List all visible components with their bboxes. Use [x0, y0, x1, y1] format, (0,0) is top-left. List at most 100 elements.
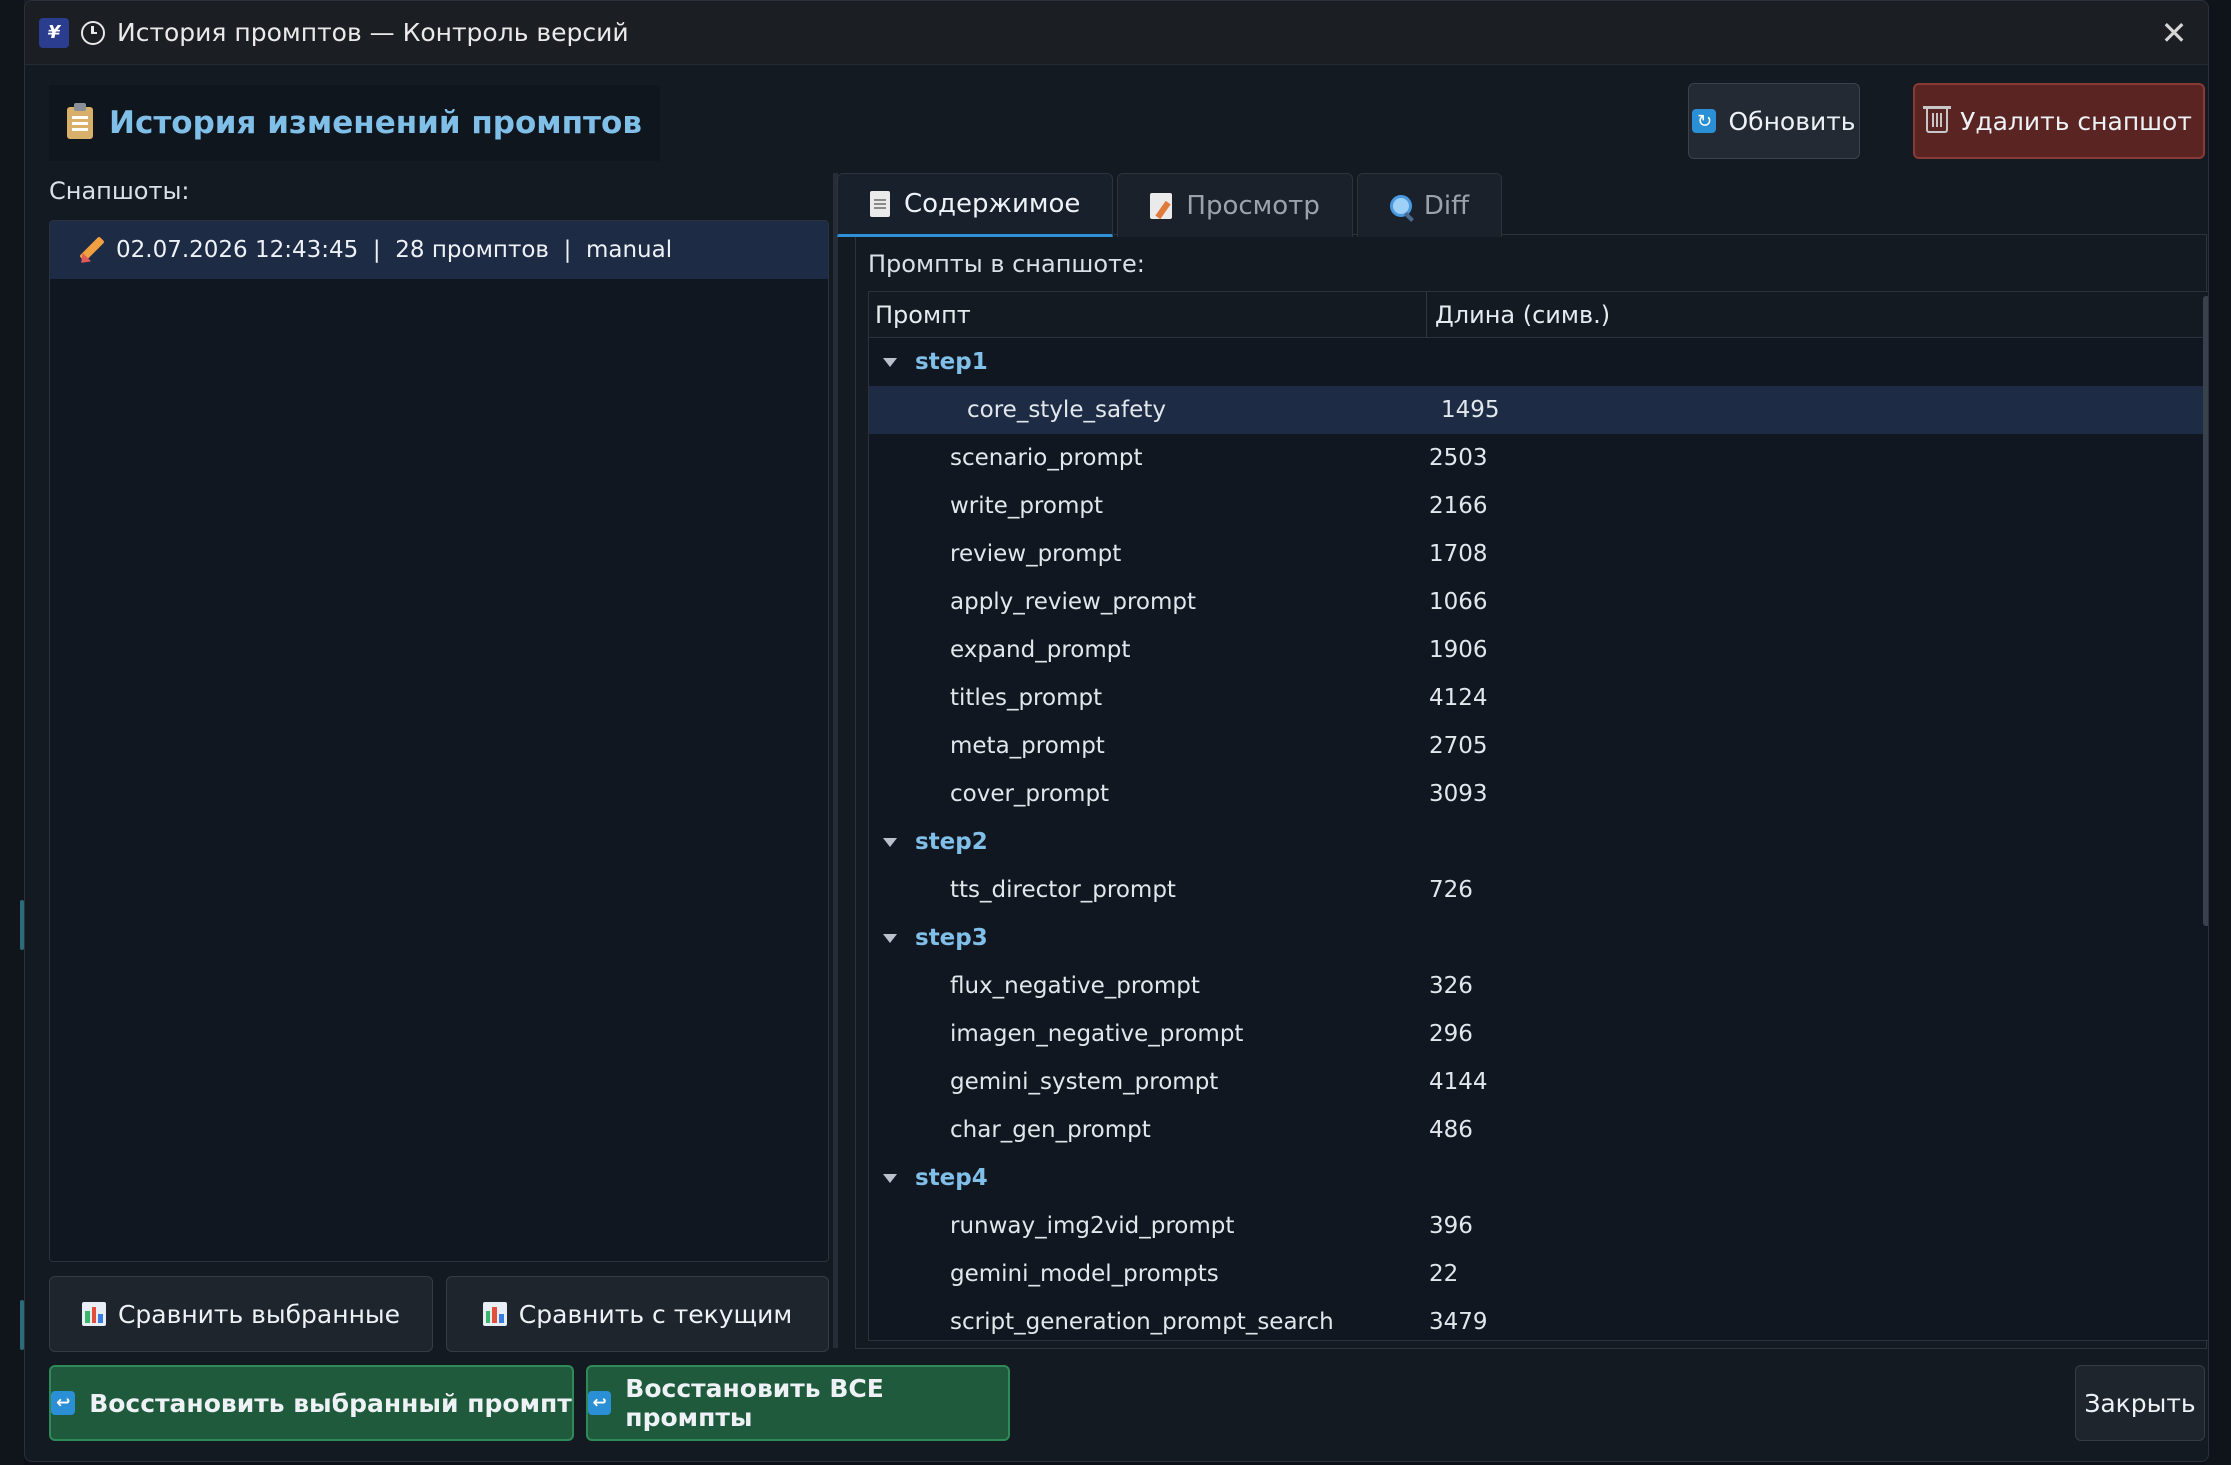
restore-all-button[interactable]: ↩ Восстановить ВСЕ промпты — [586, 1365, 1010, 1441]
prompt-name: imagen_negative_prompt — [950, 1021, 1244, 1047]
tab-diff[interactable]: Diff — [1356, 173, 1502, 237]
page-title: История изменений промптов — [49, 85, 660, 161]
tab-content[interactable]: Содержимое — [837, 173, 1114, 237]
close-label: Закрыть — [2084, 1388, 2196, 1418]
chevron-down-icon[interactable] — [883, 837, 897, 847]
page-title-text: История изменений промптов — [109, 105, 642, 141]
restore-selected-button[interactable]: ↩ Восстановить выбранный промпт — [49, 1365, 574, 1441]
tree-scrollbar[interactable] — [2203, 296, 2208, 926]
prompt-name: titles_prompt — [950, 685, 1103, 711]
delete-snapshot-label: Удалить снапшот — [1960, 106, 2192, 136]
group-label: step1 — [915, 349, 988, 375]
chevron-down-icon[interactable] — [883, 357, 897, 367]
prompt-tree[interactable]: Промпт Длина (симв.) step1 core_style_sa… — [868, 291, 2208, 1341]
prompt-name: script_generation_prompt_search — [950, 1309, 1334, 1335]
title-bar: ¥ История промптов — Контроль версий ✕ — [25, 1, 2208, 65]
tree-item-row[interactable]: write_prompt 2166 — [869, 482, 2208, 530]
tree-item-row[interactable]: review_prompt 1708 — [869, 530, 2208, 578]
prompt-length: 2503 — [1429, 445, 1488, 471]
prompt-length: 1495 — [1441, 397, 1500, 423]
compare-selected-button[interactable]: Сравнить выбранные — [49, 1276, 433, 1352]
delete-snapshot-button[interactable]: Удалить снапшот — [1913, 83, 2205, 159]
prompt-length: 1066 — [1429, 589, 1488, 615]
tree-item-row[interactable]: apply_review_prompt 1066 — [869, 578, 2208, 626]
tree-item-row[interactable]: core_style_safety 1495 — [869, 386, 2208, 434]
tree-item-row[interactable]: tts_director_prompt 726 — [869, 866, 2208, 914]
refresh-icon: ↻ — [1692, 109, 1717, 133]
compare-current-label: Сравнить с текущим — [518, 1299, 793, 1329]
tree-item-row[interactable]: imagen_negative_prompt 296 — [869, 1010, 2208, 1058]
window-title: История промптов — Контроль версий — [117, 18, 629, 47]
close-button[interactable]: Закрыть — [2075, 1365, 2205, 1441]
prompt-name: scenario_prompt — [950, 445, 1143, 471]
tab-bar: Содержимое Просмотр Diff — [837, 173, 1506, 237]
prompt-length: 4124 — [1429, 685, 1488, 711]
group-label: step4 — [915, 1165, 988, 1191]
restore-selected-label: Восстановить выбранный промпт — [89, 1388, 572, 1418]
return-arrow-icon: ↩ — [588, 1391, 612, 1415]
column-header-prompt[interactable]: Промпт — [869, 292, 1427, 337]
tree-item-row[interactable]: flux_negative_prompt 326 — [869, 962, 2208, 1010]
tree-group-row[interactable]: step2 — [869, 818, 2208, 866]
return-arrow-icon: ↩ — [51, 1391, 76, 1415]
prompt-name: expand_prompt — [950, 637, 1131, 663]
tree-group-row[interactable]: step4 — [869, 1154, 2208, 1202]
tree-item-row[interactable]: gemini_model_prompts 22 — [869, 1250, 2208, 1298]
snapshot-list[interactable]: 02.07.2026 12:43:45 | 28 промптов | manu… — [49, 220, 829, 1262]
compare-current-button[interactable]: Сравнить с текущим — [446, 1276, 829, 1352]
trash-icon — [1923, 106, 1952, 133]
chevron-down-icon[interactable] — [883, 933, 897, 943]
prompts-label: Промпты в снапшоте: — [868, 250, 1145, 278]
snapshot-item[interactable]: 02.07.2026 12:43:45 | 28 промптов | manu… — [50, 221, 828, 279]
app-logo-icon: ¥ — [39, 17, 69, 48]
prompt-length: 1906 — [1429, 637, 1488, 663]
prompt-name: runway_img2vid_prompt — [950, 1213, 1235, 1239]
tree-item-row[interactable]: cover_prompt 3093 — [869, 770, 2208, 818]
chevron-down-icon[interactable] — [883, 1173, 897, 1183]
prompt-history-dialog: ¥ История промптов — Контроль версий ✕ И… — [24, 0, 2209, 1462]
column-header-length[interactable]: Длина (симв.) — [1427, 292, 1610, 337]
refresh-label: Обновить — [1728, 106, 1856, 136]
tree-item-row[interactable]: char_gen_prompt 486 — [869, 1106, 2208, 1154]
prompt-length: 2705 — [1429, 733, 1488, 759]
prompt-name: gemini_system_prompt — [950, 1069, 1219, 1095]
prompt-name: meta_prompt — [950, 733, 1105, 759]
prompt-name: tts_director_prompt — [950, 877, 1176, 903]
snapshot-item-text: 02.07.2026 12:43:45 | 28 промптов | manu… — [116, 237, 673, 263]
prompt-length: 3093 — [1429, 781, 1488, 807]
compare-selected-label: Сравнить выбранные — [117, 1299, 401, 1329]
close-window-button[interactable]: ✕ — [2154, 13, 2194, 53]
tab-diff-label: Diff — [1423, 190, 1469, 221]
chart-icon — [482, 1302, 507, 1326]
tree-item-row[interactable]: meta_prompt 2705 — [869, 722, 2208, 770]
prompt-name: cover_prompt — [950, 781, 1110, 807]
prompt-name: core_style_safety — [967, 397, 1166, 423]
tree-item-row[interactable]: runway_img2vid_prompt 396 — [869, 1202, 2208, 1250]
refresh-button[interactable]: ↻ Обновить — [1688, 83, 1860, 159]
clipboard-icon — [67, 103, 93, 139]
prompt-length: 22 — [1429, 1261, 1459, 1287]
tree-item-row[interactable]: expand_prompt 1906 — [869, 626, 2208, 674]
prompt-length: 486 — [1429, 1117, 1473, 1143]
clock-icon — [81, 20, 105, 45]
tree-group-row[interactable]: step1 — [869, 338, 2208, 386]
tree-item-row[interactable]: scenario_prompt 2503 — [869, 434, 2208, 482]
tree-item-row[interactable]: script_generation_prompt_search 3479 — [869, 1298, 2208, 1340]
prompt-length: 2166 — [1429, 493, 1488, 519]
memo-icon — [1150, 192, 1173, 219]
group-label: step2 — [915, 829, 988, 855]
tab-preview[interactable]: Просмотр — [1117, 173, 1353, 237]
document-icon — [870, 191, 890, 217]
prompt-length: 326 — [1429, 973, 1473, 999]
tree-item-row[interactable]: gemini_system_prompt 4144 — [869, 1058, 2208, 1106]
prompt-length: 296 — [1429, 1021, 1473, 1047]
tree-item-row[interactable]: titles_prompt 4124 — [869, 674, 2208, 722]
prompt-length: 396 — [1429, 1213, 1473, 1239]
chart-icon — [81, 1302, 106, 1326]
panel-splitter[interactable] — [833, 173, 838, 1348]
prompt-length: 3479 — [1429, 1309, 1488, 1335]
magnifier-icon — [1389, 194, 1412, 217]
prompt-name: review_prompt — [950, 541, 1122, 567]
background-sidebar — [0, 0, 24, 1465]
tree-group-row[interactable]: step3 — [869, 914, 2208, 962]
